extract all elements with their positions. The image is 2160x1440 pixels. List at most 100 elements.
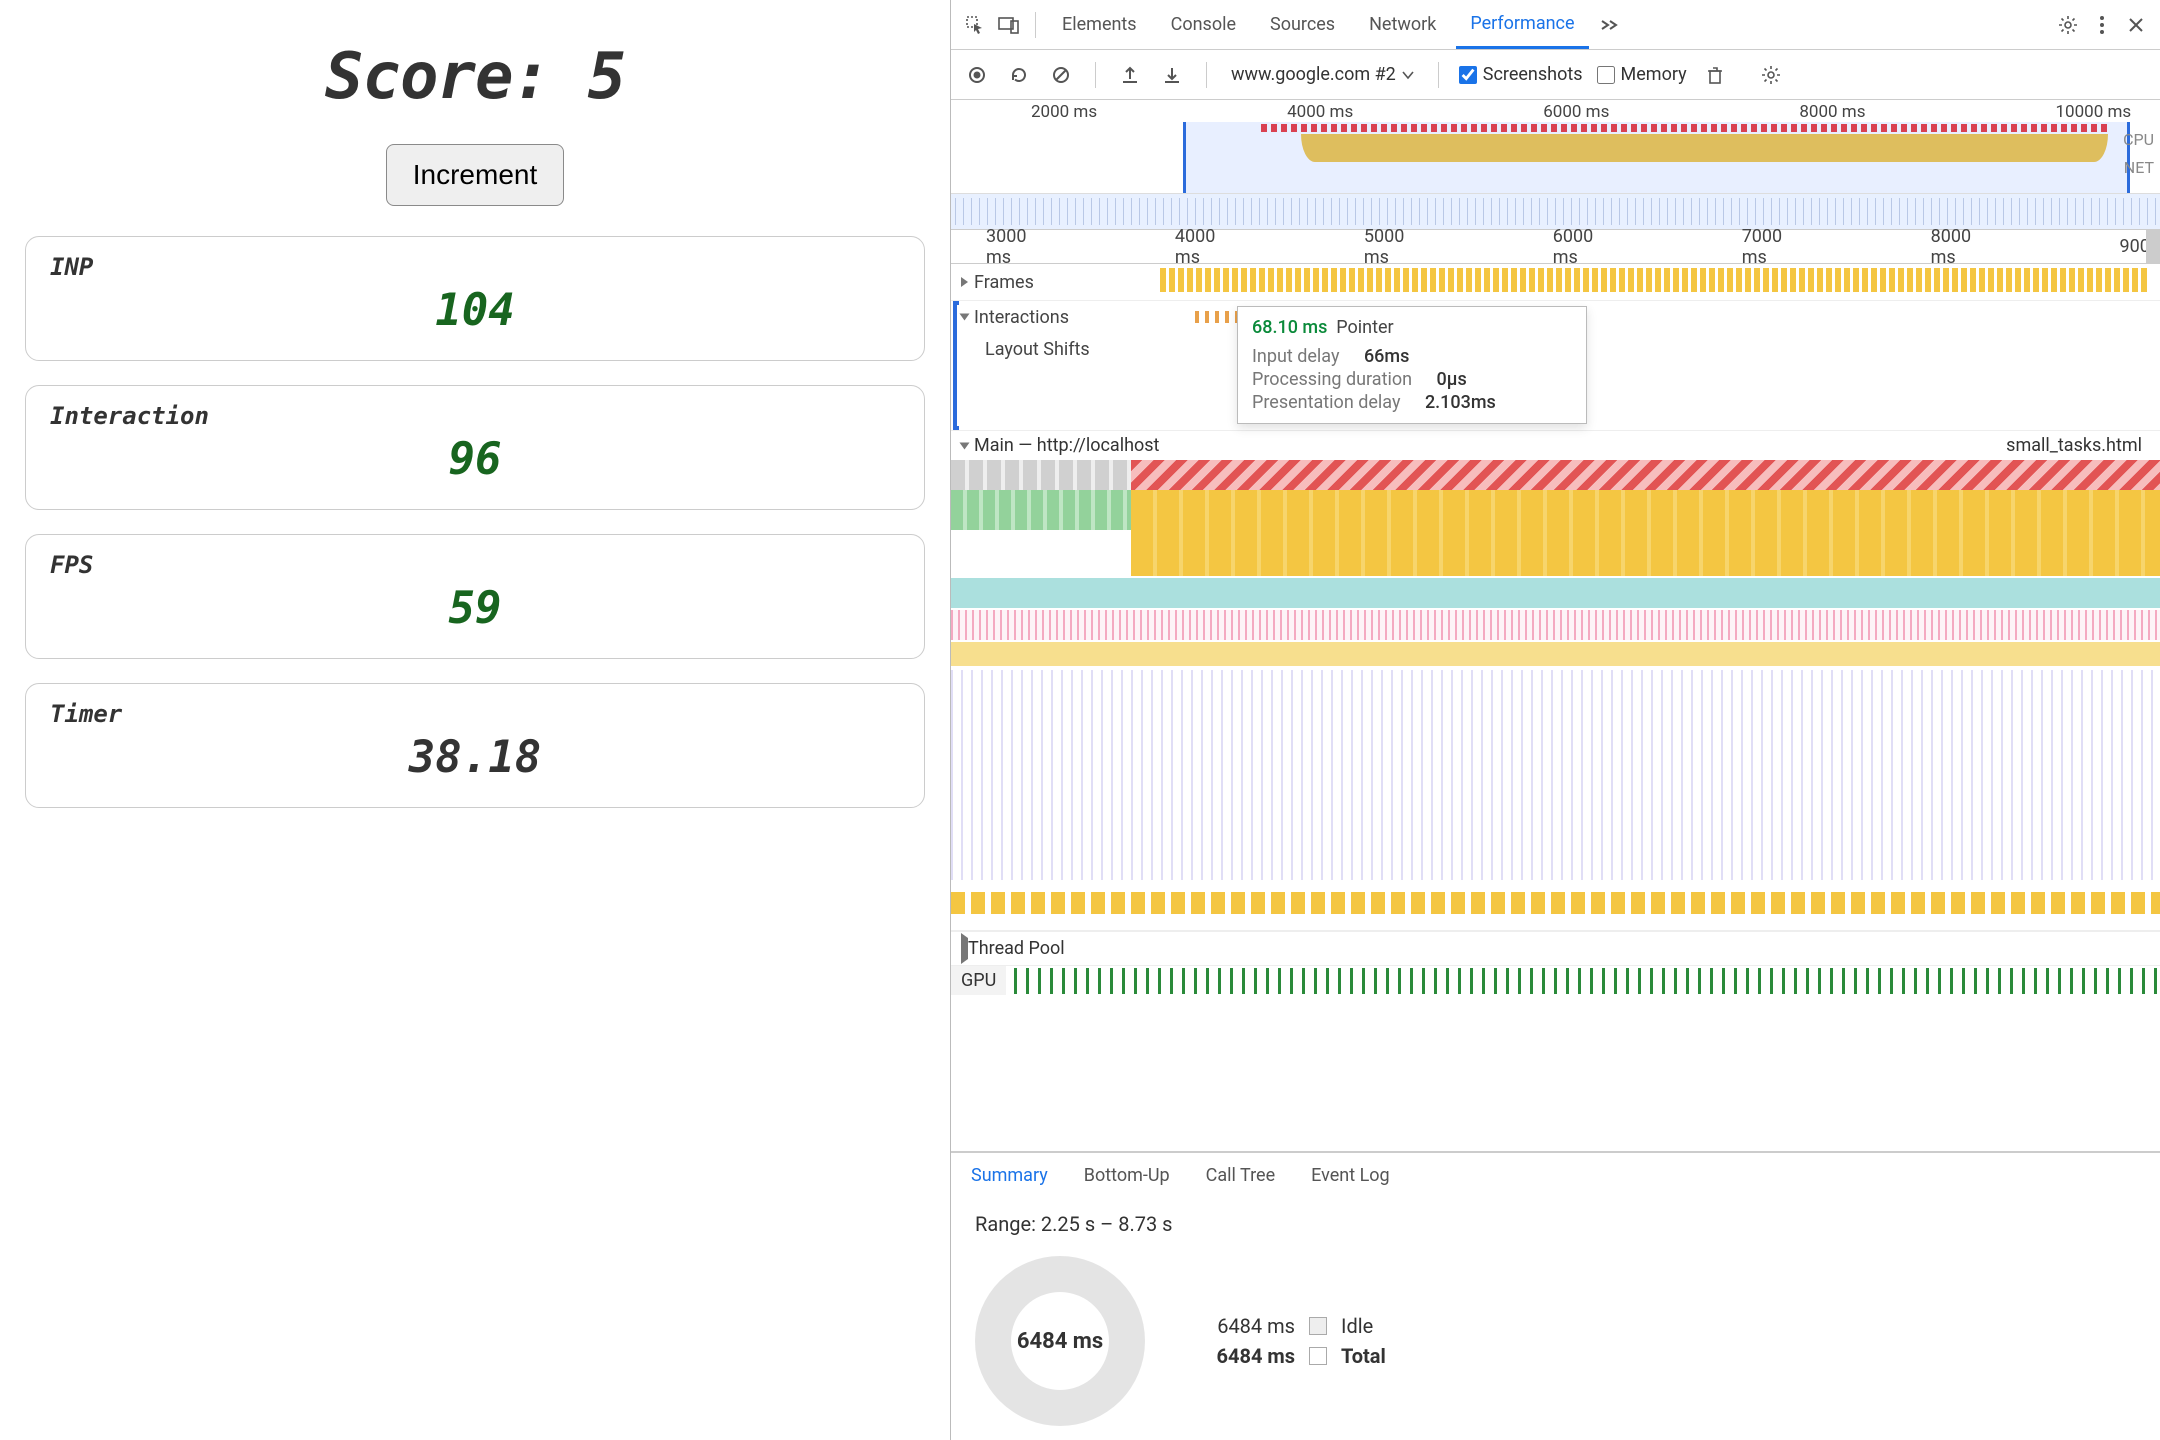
details-tabs: Summary Bottom-Up Call Tree Event Log: [951, 1151, 2160, 1198]
track-gpu[interactable]: GPU: [951, 965, 2160, 995]
screenshots-label: Screenshots: [1483, 64, 1583, 85]
memory-label: Memory: [1621, 64, 1687, 85]
upload-icon[interactable]: [1116, 61, 1144, 89]
ruler-tick: 9000: [2120, 236, 2160, 257]
track-thread-pool[interactable]: Thread Pool: [951, 931, 2160, 965]
legend-total-swatch: [1309, 1347, 1327, 1365]
selected-track-indicator: [953, 301, 959, 430]
track-main-label: Main — http://localhost: [974, 435, 1159, 456]
overview-timeline[interactable]: 2000 ms 4000 ms 6000 ms 8000 ms 10000 ms…: [951, 100, 2160, 230]
collapse-icon[interactable]: [960, 442, 970, 449]
memory-checkbox[interactable]: Memory: [1597, 64, 1687, 85]
ov-tick: 8000 ms: [1799, 102, 1865, 122]
legend-idle-swatch: [1309, 1317, 1327, 1335]
download-icon[interactable]: [1158, 61, 1186, 89]
close-devtools-icon[interactable]: [2122, 11, 2150, 39]
time-ruler[interactable]: 3000 ms 4000 ms 5000 ms 6000 ms 7000 ms …: [951, 230, 2160, 264]
ov-tick: 2000 ms: [1031, 102, 1097, 122]
tooltip-duration: 68.10 ms: [1252, 317, 1327, 338]
track-main-prefix: Main — http://localhost: [974, 435, 1159, 456]
ov-tick: 4000 ms: [1287, 102, 1353, 122]
overview-selection[interactable]: [1183, 122, 2130, 194]
tab-event-log[interactable]: Event Log: [1311, 1165, 1390, 1186]
tooltip-val: 66ms: [1364, 346, 1409, 367]
ruler-tick: 6000 ms: [1553, 226, 1597, 268]
tab-summary[interactable]: Summary: [971, 1165, 1048, 1186]
summary-donut: 6484 ms: [975, 1256, 1145, 1426]
overview-cpu-label: CPU: [2123, 130, 2154, 149]
overview-ticks: 2000 ms 4000 ms 6000 ms 8000 ms 10000 ms: [951, 100, 2160, 122]
card-timer-label: Timer: [50, 700, 900, 728]
track-frames[interactable]: Frames: [951, 264, 2160, 301]
summary-range: Range: 2.25 s – 8.73 s: [975, 1212, 2136, 1236]
capture-settings-gear-icon[interactable]: [1757, 61, 1785, 89]
flame-chart[interactable]: [951, 460, 2160, 930]
track-interactions[interactable]: Interactions Layout Shifts 68.10 ms Poin…: [951, 301, 2160, 431]
tooltip-key: Presentation delay: [1252, 392, 1400, 413]
clear-icon[interactable]: [1047, 61, 1075, 89]
summary-donut-value: 6484 ms: [1017, 1329, 1103, 1354]
card-interaction-value: 96: [50, 434, 900, 485]
gpu-bars: [1014, 968, 2160, 994]
ruler-tick: 7000 ms: [1742, 226, 1786, 268]
track-main-suffix: small_tasks.html: [2006, 435, 2150, 456]
memory-checkbox-input[interactable]: [1597, 66, 1615, 84]
card-timer-value: 38.18: [50, 732, 900, 783]
more-tabs-icon[interactable]: [1595, 11, 1623, 39]
tooltip-val: 2.103ms: [1425, 392, 1496, 413]
devtools-tabs: Elements Console Sources Network Perform…: [951, 0, 2160, 50]
interaction-tooltip: 68.10 ms Pointer Input delay 66ms Proces…: [1237, 306, 1587, 424]
tab-console[interactable]: Console: [1157, 0, 1250, 49]
overview-filmstrip: [951, 193, 2160, 229]
screenshots-checkbox[interactable]: Screenshots: [1459, 64, 1583, 85]
increment-button[interactable]: Increment: [386, 144, 565, 206]
track-frames-label: Frames: [974, 272, 1034, 293]
screenshots-checkbox-input[interactable]: [1459, 66, 1477, 84]
card-fps: FPS 59: [25, 534, 925, 659]
settings-gear-icon[interactable]: [2054, 11, 2082, 39]
card-interaction: Interaction 96: [25, 385, 925, 510]
tooltip-val: 0µs: [1437, 369, 1467, 390]
score-heading: Score: 5: [25, 40, 925, 114]
ov-tick: 10000 ms: [2056, 102, 2132, 122]
card-inp: INP 104: [25, 236, 925, 361]
card-fps-label: FPS: [50, 551, 900, 579]
card-interaction-label: Interaction: [50, 402, 900, 430]
device-toolbar-icon[interactable]: [995, 11, 1023, 39]
devtools-pane: Elements Console Sources Network Perform…: [950, 0, 2160, 1440]
inspect-icon[interactable]: [961, 11, 989, 39]
tab-elements[interactable]: Elements: [1048, 0, 1151, 49]
record-icon[interactable]: [963, 61, 991, 89]
gc-icon[interactable]: [1701, 61, 1729, 89]
ov-tick: 6000 ms: [1543, 102, 1609, 122]
expand-icon[interactable]: [961, 933, 968, 964]
legend-total-label: Total: [1341, 1344, 1386, 1368]
tooltip-key: Input delay: [1252, 346, 1339, 367]
tab-bottom-up[interactable]: Bottom-Up: [1084, 1165, 1170, 1186]
frames-bars: [1160, 268, 2150, 292]
tracks-area[interactable]: Frames Interactions Layout Shifts 68.10 …: [951, 264, 2160, 1151]
collapse-icon[interactable]: [960, 314, 970, 321]
card-inp-label: INP: [50, 253, 900, 281]
page-select-label: www.google.com #2: [1231, 64, 1396, 85]
summary-legend: 6484 ms Idle 6484 ms Total: [1185, 1308, 1386, 1374]
track-main[interactable]: Main — http://localhost small_tasks.html: [951, 431, 2160, 931]
tab-call-tree[interactable]: Call Tree: [1206, 1165, 1275, 1186]
tab-performance[interactable]: Performance: [1456, 0, 1588, 49]
overview-net-label: NET: [2124, 158, 2154, 177]
card-inp-value: 104: [50, 285, 900, 336]
ruler-tick: 5000 ms: [1364, 226, 1408, 268]
tab-sources[interactable]: Sources: [1256, 0, 1349, 49]
summary-panel: Range: 2.25 s – 8.73 s 6484 ms 6484 ms I…: [951, 1198, 2160, 1440]
page-select[interactable]: www.google.com #2: [1227, 62, 1418, 87]
expand-icon[interactable]: [961, 277, 968, 287]
app-pane: Score: 5 Increment INP 104 Interaction 9…: [0, 0, 950, 1440]
reload-record-icon[interactable]: [1005, 61, 1033, 89]
ruler-tick: 4000 ms: [1175, 226, 1219, 268]
tab-network[interactable]: Network: [1355, 0, 1450, 49]
score-value: 5: [588, 40, 626, 114]
kebab-menu-icon[interactable]: [2088, 11, 2116, 39]
track-gpu-label: GPU: [951, 966, 1006, 995]
card-fps-value: 59: [50, 583, 900, 634]
ruler-tick: 3000 ms: [986, 226, 1030, 268]
